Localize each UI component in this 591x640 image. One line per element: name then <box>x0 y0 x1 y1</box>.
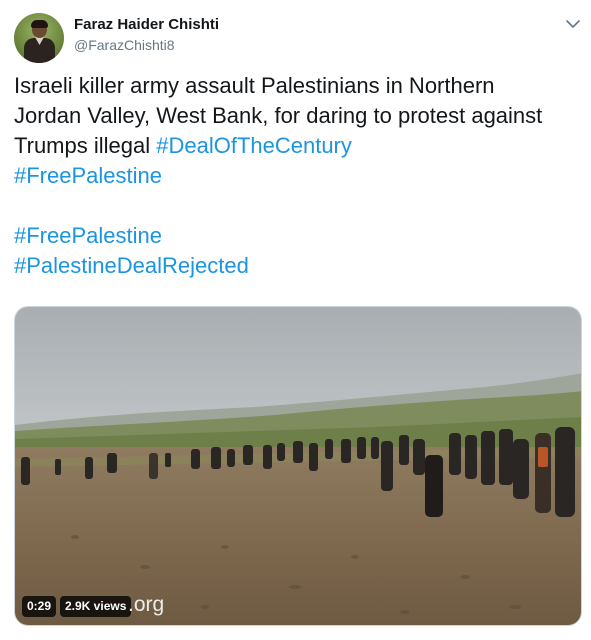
tweet-text-line: #FreePalestine <box>14 161 579 191</box>
avatar[interactable] <box>14 13 64 63</box>
tweet-text: Israeli killer army assault Palestinians… <box>14 71 579 281</box>
chevron-down-icon <box>566 19 580 28</box>
author-name[interactable]: Faraz Haider Chishti <box>74 16 219 33</box>
tweet-text-line: Jordan Valley, West Bank, for daring to … <box>14 101 579 131</box>
tweet-text-line: Trumps illegal #DealOfTheCentury <box>14 131 579 161</box>
tweet-text-segment: Jordan Valley, West Bank, for daring to … <box>14 103 543 128</box>
video-views-badge: 2.9K views <box>60 596 132 617</box>
video-watermark: .org <box>128 593 165 616</box>
avatar-hair <box>31 20 48 28</box>
tweet-menu-button[interactable] <box>563 14 583 34</box>
tweet-text-line: #PalestineDealRejected <box>14 251 579 281</box>
tweet-text-segment: Trumps illegal <box>14 133 157 158</box>
tweet-text-line: #FreePalestine <box>14 221 579 251</box>
tweet-text-segment: Israeli killer army assault Palestinians… <box>14 73 495 98</box>
hashtag-link[interactable]: #FreePalestine <box>14 223 162 248</box>
hashtag-link[interactable]: #FreePalestine <box>14 163 162 188</box>
video-player[interactable] <box>14 306 582 626</box>
tweet-text-line: Israeli killer army assault Palestinians… <box>14 71 579 101</box>
author-handle[interactable]: @FarazChishti8 <box>74 37 175 53</box>
tweet-card: Faraz Haider Chishti @FarazChishti8 Isra… <box>0 0 591 640</box>
video-frame <box>15 307 581 625</box>
hashtag-link[interactable]: #PalestineDealRejected <box>14 253 249 278</box>
hashtag-link[interactable]: #DealOfTheCentury <box>156 133 352 158</box>
video-duration-badge: 0:29 <box>22 596 57 617</box>
